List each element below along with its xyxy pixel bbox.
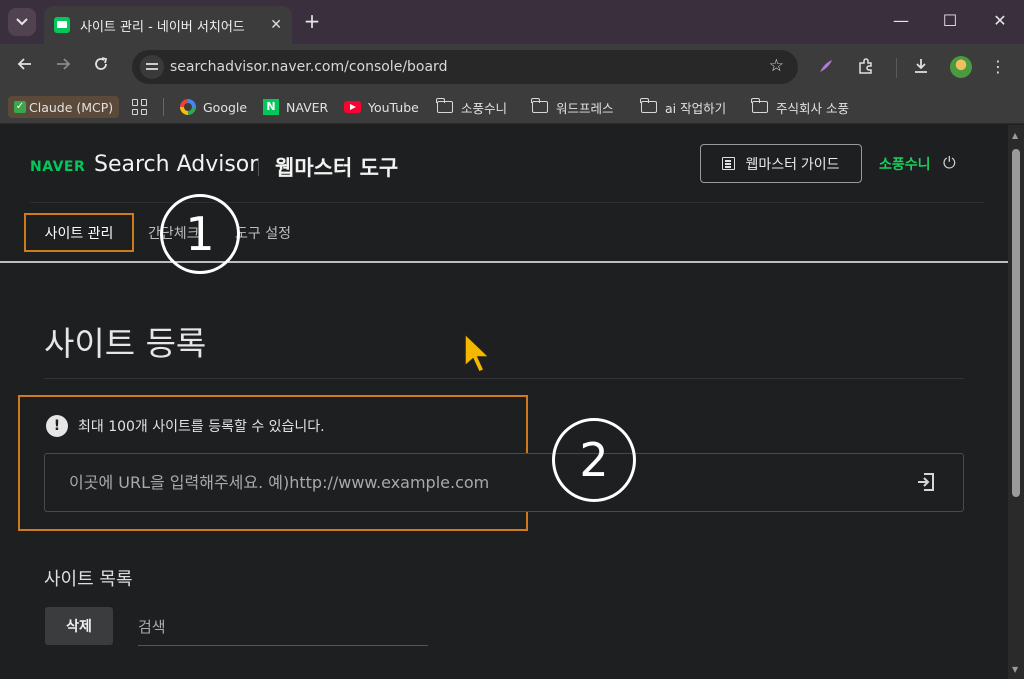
folder-icon: [436, 98, 453, 113]
annotation-number: 1: [185, 207, 215, 261]
scroll-up-icon[interactable]: ▲: [1012, 131, 1018, 140]
site-search-input[interactable]: [138, 609, 428, 646]
extensions-puzzle-icon[interactable]: [856, 57, 876, 77]
site-list-heading: 사이트 목록: [44, 569, 133, 590]
minimize-button[interactable]: —: [890, 12, 912, 30]
reload-icon: [95, 57, 108, 70]
youtube-icon: [344, 101, 361, 113]
webmaster-tool-title: 웹마스터 도구: [275, 156, 399, 180]
chevron-down-icon: [16, 18, 28, 26]
profile-avatar[interactable]: [950, 56, 972, 78]
bookmark-folder-wordpress[interactable]: 워드프레스: [531, 96, 614, 118]
scrollbar-thumb[interactable]: [1012, 149, 1020, 497]
delete-button[interactable]: 삭제: [45, 607, 113, 645]
tab-site-management[interactable]: 사이트 관리: [24, 213, 134, 252]
site-register-heading: 사이트 등록: [44, 324, 207, 363]
naver-icon: N: [263, 99, 279, 115]
annotation-circle-2: 2: [552, 418, 636, 502]
bookmark-label: 소풍수니: [461, 100, 508, 116]
forward-button[interactable]: [50, 54, 76, 80]
reload-button[interactable]: [88, 54, 114, 80]
bookmark-naver[interactable]: N NAVER: [263, 96, 328, 118]
folder-icon: [640, 98, 657, 113]
arrow-right-icon: [57, 58, 71, 70]
page-scrollbar[interactable]: ▲ ▼: [1008, 125, 1024, 679]
bookmark-folder-company[interactable]: 주식회사 소풍: [751, 96, 849, 118]
naver-logo[interactable]: NAVER: [30, 159, 85, 175]
bookmark-google[interactable]: Google: [180, 96, 247, 118]
bookmarks-bar: ✓ Claude (MCP) Google N NAVER YouTube 소풍…: [0, 90, 1024, 124]
exclamation-info-icon: !: [46, 415, 68, 437]
download-icon[interactable]: [911, 57, 931, 77]
power-logout-icon[interactable]: ⏻: [943, 153, 956, 173]
bookmark-label: YouTube: [368, 99, 419, 115]
site-url-input[interactable]: [44, 453, 964, 512]
bookmark-folder-sopungsuni[interactable]: 소풍수니: [436, 96, 508, 118]
search-advisor-title[interactable]: Search Advisor: [94, 152, 258, 177]
tab-tool-settings[interactable]: 도구 설정: [235, 223, 291, 243]
bookmark-label: NAVER: [286, 99, 329, 115]
arrow-left-icon: [17, 58, 31, 70]
bookmark-label: 워드프레스: [556, 100, 614, 116]
browser-tab[interactable]: 사이트 관리 - 네이버 서치어드 ✕: [44, 6, 292, 44]
bookmark-label: Google: [203, 99, 248, 115]
scroll-down-icon[interactable]: ▼: [1012, 665, 1018, 674]
google-icon: [180, 99, 196, 115]
bookmark-youtube[interactable]: YouTube: [344, 96, 419, 118]
bookmark-folder-ai[interactable]: ai 작업하기: [640, 96, 727, 118]
bookmark-claude[interactable]: ✓ Claude (MCP): [8, 96, 120, 118]
folder-icon: [531, 98, 548, 113]
maximize-button[interactable]: ☐: [939, 12, 961, 30]
extension-feather-icon[interactable]: [816, 57, 836, 77]
site-info-icon[interactable]: [140, 55, 164, 79]
apps-grid-icon[interactable]: [132, 99, 148, 115]
webmaster-guide-button[interactable]: 웹마스터 가이드: [700, 144, 862, 183]
toolbar-divider: [896, 58, 897, 78]
register-separator: [44, 378, 964, 379]
register-limit-notice: 최대 100개 사이트를 등록할 수 있습니다.: [78, 419, 325, 435]
guide-button-label: 웹마스터 가이드: [745, 155, 840, 172]
bookmark-label: 주식회사 소풍: [776, 100, 849, 116]
page-content: NAVER Search Advisor 웹마스터 도구 웹마스터 가이드 소풍…: [0, 125, 1008, 679]
header-divider: [258, 158, 259, 176]
tab-search-button[interactable]: [8, 8, 36, 36]
address-bar[interactable]: searchadvisor.naver.com/console/board ☆: [132, 50, 798, 84]
bookmark-star-icon[interactable]: ☆: [769, 56, 784, 76]
search-advisor-favicon-icon: [54, 17, 70, 33]
url-text: searchadvisor.naver.com/console/board: [170, 59, 448, 75]
title-bar: 사이트 관리 - 네이버 서치어드 ✕ + — ☐ ✕: [0, 0, 1024, 44]
bookmark-label: ai 작업하기: [665, 100, 727, 116]
menu-kebab-icon[interactable]: ⋮: [988, 57, 1008, 77]
close-window-button[interactable]: ✕: [989, 12, 1011, 30]
bookmarks-divider: [163, 98, 164, 116]
bookmark-label: Claude (MCP): [29, 99, 114, 115]
browser-toolbar: searchadvisor.naver.com/console/board ☆ …: [0, 44, 1024, 90]
tab-close-icon[interactable]: ✕: [270, 17, 282, 33]
annotation-circle-1: 1: [160, 194, 240, 274]
tab-title: 사이트 관리 - 네이버 서치어드: [80, 19, 245, 35]
nav-separator: [0, 261, 1008, 263]
submit-enter-icon[interactable]: [915, 471, 937, 493]
new-tab-button[interactable]: +: [300, 10, 324, 34]
check-icon: ✓: [14, 101, 26, 113]
document-list-icon: [722, 157, 736, 170]
back-button[interactable]: [12, 54, 38, 80]
tab-label: 사이트 관리: [44, 225, 114, 242]
mouse-pointer-icon: [464, 332, 491, 373]
annotation-number: 2: [579, 433, 609, 487]
user-name[interactable]: 소풍수니: [879, 154, 931, 174]
folder-icon: [751, 98, 768, 113]
